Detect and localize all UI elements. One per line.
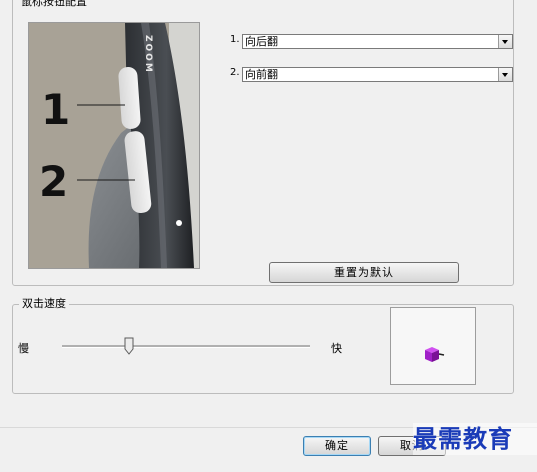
button-1-action-select[interactable]: 向后翻 [242, 34, 513, 49]
callout-2: 2 [39, 157, 68, 206]
mouse-illustration: ZOOM 1 2 [28, 22, 200, 269]
button-2-action-select[interactable]: 向前翻 [242, 67, 513, 82]
ok-button[interactable]: 确定 [303, 436, 371, 456]
button-config-title: 鼠标按钮配置 [18, 0, 90, 9]
callout-1: 1 [41, 85, 70, 134]
chevron-down-icon[interactable] [498, 35, 512, 48]
watermark-text: 最需教育 [413, 423, 537, 455]
chevron-down-icon[interactable] [498, 68, 512, 81]
slow-label: 慢 [18, 342, 29, 355]
double-click-speed-title: 双击速度 [19, 297, 69, 311]
double-click-test-area[interactable] [390, 307, 476, 385]
speed-slider-thumb[interactable] [124, 337, 134, 355]
fast-label: 快 [331, 342, 342, 355]
button-2-action-value: 向前翻 [245, 68, 278, 81]
combo-1-label: 1. [230, 34, 240, 45]
button-1-action-value: 向后翻 [245, 35, 278, 48]
test-box-icon[interactable] [423, 344, 447, 364]
reset-defaults-button[interactable]: 重置为默认 [269, 262, 459, 283]
zoom-label: ZOOM [143, 35, 153, 74]
speed-slider-track[interactable] [62, 345, 310, 348]
combo-2-label: 2. [230, 67, 240, 78]
mouse-illustration-graphic: ZOOM 1 2 [29, 23, 199, 268]
